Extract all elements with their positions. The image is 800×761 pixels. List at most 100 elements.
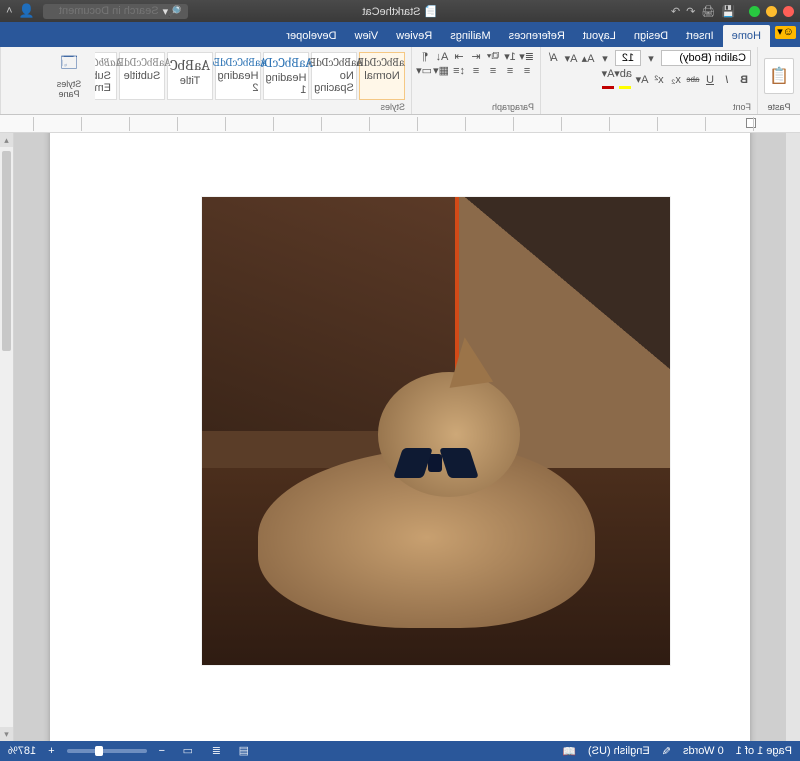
- sort-button[interactable]: A↓: [435, 51, 449, 63]
- numbering-button[interactable]: 1▾: [503, 50, 517, 63]
- style-subtle-em[interactable]: AaBbCcDdEeSubtle Em...: [95, 52, 117, 100]
- align-left-button[interactable]: ≡: [520, 65, 534, 77]
- tab-home[interactable]: Home: [723, 25, 770, 47]
- tab-review[interactable]: Review: [387, 25, 441, 47]
- style-no-spacing[interactable]: AaBbCcDdEeNo Spacing: [311, 52, 357, 100]
- chevron-down-icon[interactable]: ▾: [644, 52, 658, 65]
- tab-view[interactable]: View: [346, 25, 388, 47]
- ribbon-tabs: ☺▾ Home Insert Design Layout References …: [0, 22, 800, 47]
- underline-button[interactable]: U: [703, 74, 717, 86]
- zoom-slider[interactable]: [67, 749, 147, 753]
- word-window: 💾 🖨 ↶ ↷ 📄 StarktheCat 🔍▾ 👤 ˄ ☺▾ Home Ins…: [0, 0, 800, 761]
- subscript-button[interactable]: x₂: [669, 74, 683, 86]
- titlebar: 💾 🖨 ↶ ↷ 📄 StarktheCat 🔍▾ 👤 ˄: [0, 0, 800, 22]
- borders-button[interactable]: ▭▾: [418, 64, 432, 77]
- style-subtitle[interactable]: AaBbCcDdEeSubtitle: [119, 52, 165, 100]
- style-heading-2[interactable]: AaBbCcDdEeHeading 2: [215, 52, 261, 100]
- scroll-up-icon[interactable]: ▴: [0, 133, 13, 147]
- close-button[interactable]: [783, 6, 794, 17]
- paste-label: Paste: [768, 102, 791, 112]
- shrink-font-icon[interactable]: A▾: [564, 52, 578, 65]
- tab-insert[interactable]: Insert: [677, 25, 723, 47]
- group-font-title: Font: [547, 102, 751, 112]
- line-spacing-button[interactable]: ↕≡: [452, 65, 466, 77]
- zoom-button[interactable]: [749, 6, 760, 17]
- paste-button[interactable]: 📋: [764, 58, 794, 94]
- align-right-button[interactable]: ≡: [486, 65, 500, 77]
- grow-font-icon[interactable]: A▴: [581, 52, 595, 65]
- strikethrough-button[interactable]: abc: [686, 75, 700, 84]
- redo-icon[interactable]: ↷: [671, 5, 680, 18]
- view-print-icon[interactable]: ≣: [205, 744, 221, 758]
- indent-increase-button[interactable]: ⇥: [452, 50, 466, 63]
- group-paragraph: ≣▾ 1▾ ⧉▾ ⇤ ⇥ A↓ ¶ ≡ ≡ ≡ ≡ ↕≡ ▦▾ ▭▾: [411, 47, 540, 114]
- tab-developer[interactable]: Developer: [277, 25, 345, 47]
- group-font: Calibri (Body) ▾ 12 ▾ A▴ A▾ A̸ B I U abc…: [540, 47, 757, 114]
- styles-gallery[interactable]: AaBbCcDdEeNormal AaBbCcDdEeNo Spacing Aa…: [95, 52, 405, 100]
- inserted-image[interactable]: [202, 197, 670, 665]
- view-focus-icon[interactable]: ▤: [233, 744, 249, 758]
- bold-button[interactable]: B: [737, 74, 751, 86]
- ribbon: 📋 Paste Calibri (Body) ▾ 12 ▾ A▴ A▾ A̸ B…: [0, 47, 800, 115]
- horizontal-ruler[interactable]: [0, 115, 800, 133]
- styles-pane-button[interactable]: 🗔 Styles Pane: [53, 52, 85, 99]
- font-name-select[interactable]: Calibri (Body): [661, 50, 751, 66]
- font-size-select[interactable]: 12: [615, 50, 641, 66]
- scroll-thumb[interactable]: [2, 151, 11, 351]
- group-styles-title: Styles: [7, 102, 405, 112]
- search-icon: 🔍▾: [163, 5, 182, 18]
- tab-references[interactable]: References: [500, 25, 574, 47]
- group-styles: AaBbCcDdEeNormal AaBbCcDdEeNo Spacing Aa…: [0, 47, 411, 114]
- reading-mode-icon[interactable]: 📖: [562, 745, 576, 758]
- style-heading-1[interactable]: AaBbCcDcHeading 1: [263, 52, 309, 100]
- font-color-button[interactable]: A▾: [601, 67, 615, 92]
- vertical-scrollbar[interactable]: ▴ ▾: [0, 133, 14, 741]
- word-count[interactable]: 0 Words: [683, 745, 724, 757]
- italic-button[interactable]: I: [720, 74, 734, 86]
- shading-button[interactable]: ▦▾: [435, 64, 449, 77]
- indent-decrease-button[interactable]: ⇤: [469, 50, 483, 63]
- show-marks-button[interactable]: ¶: [418, 51, 432, 63]
- window-controls: [749, 6, 794, 17]
- clear-format-icon[interactable]: A̸: [547, 52, 561, 64]
- page-count[interactable]: Page 1 of 1: [736, 745, 792, 757]
- print-icon[interactable]: 🖨: [701, 5, 715, 18]
- tab-design[interactable]: Design: [625, 25, 677, 47]
- highlight-button[interactable]: ab▾: [618, 67, 632, 92]
- scroll-down-icon[interactable]: ▾: [0, 727, 13, 741]
- document-area[interactable]: ⊕: [14, 133, 786, 741]
- style-title[interactable]: AaBbCTitle: [167, 52, 213, 100]
- statusbar: Page 1 of 1 0 Words ✎ English (US) 📖 ▤ ≣…: [0, 741, 800, 761]
- styles-pane-icon: 🗔: [53, 52, 85, 79]
- undo-icon[interactable]: ↶: [686, 5, 695, 18]
- justify-button[interactable]: ≡: [469, 65, 483, 77]
- minimize-button[interactable]: [766, 6, 777, 17]
- zoom-in-button[interactable]: +: [48, 745, 54, 757]
- search-box[interactable]: 🔍▾: [43, 4, 188, 19]
- zoom-out-button[interactable]: −: [159, 745, 165, 757]
- chevron-down-icon[interactable]: ▾: [598, 52, 612, 65]
- tab-layout[interactable]: Layout: [574, 25, 625, 47]
- align-center-button[interactable]: ≡: [503, 65, 517, 77]
- multilevel-button[interactable]: ⧉▾: [486, 50, 500, 63]
- superscript-button[interactable]: x²: [652, 74, 666, 86]
- ribbon-collapse-icon[interactable]: ˄: [6, 5, 12, 17]
- share-button[interactable]: ☺▾: [775, 26, 796, 39]
- zoom-slider-thumb[interactable]: [95, 746, 103, 756]
- tab-mailings[interactable]: Mailings: [441, 25, 499, 47]
- spell-check-icon[interactable]: ✎: [662, 745, 671, 758]
- view-web-icon[interactable]: ▭: [177, 744, 193, 758]
- user-icon[interactable]: 👤: [18, 3, 34, 19]
- style-normal[interactable]: AaBbCcDdEeNormal: [359, 52, 405, 100]
- search-input[interactable]: [49, 5, 159, 17]
- text-effects-button[interactable]: A▾: [635, 73, 649, 86]
- page[interactable]: ⊕: [50, 133, 750, 741]
- save-icon[interactable]: 💾: [721, 5, 735, 18]
- group-clipboard: 📋 Paste: [757, 47, 800, 114]
- language-status[interactable]: English (US): [588, 745, 650, 757]
- group-paragraph-title: Paragraph: [418, 102, 534, 112]
- zoom-level[interactable]: 187%: [8, 745, 36, 757]
- word-icon: 📄: [424, 6, 438, 18]
- bullets-button[interactable]: ≣▾: [520, 50, 534, 63]
- quick-access-toolbar: 💾 🖨 ↶ ↷: [671, 5, 735, 18]
